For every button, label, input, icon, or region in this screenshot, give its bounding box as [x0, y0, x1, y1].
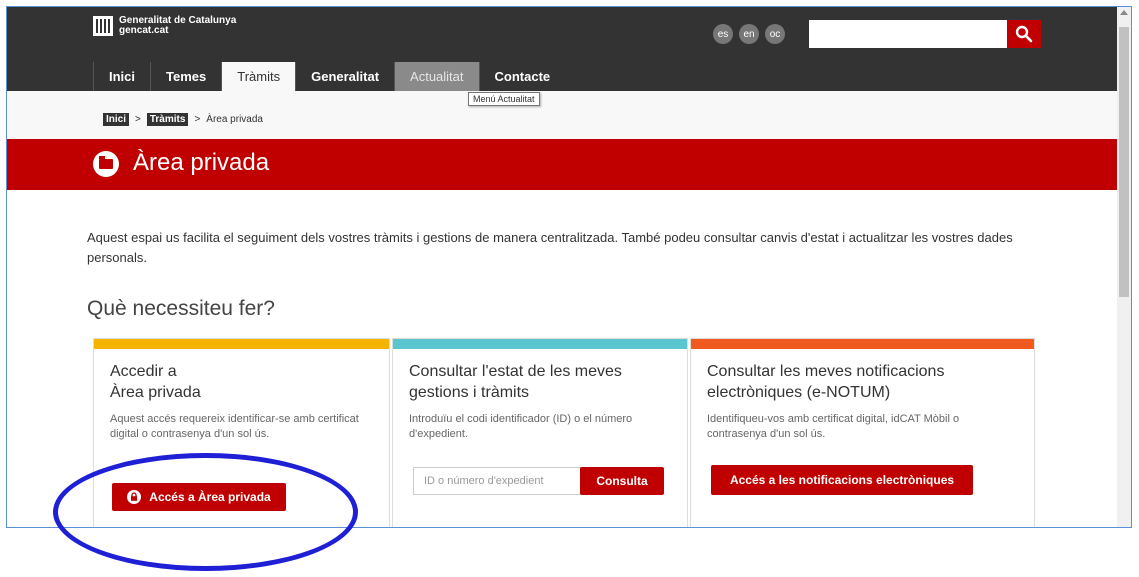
logo-line-2: gencat.cat	[119, 25, 169, 36]
nav-tooltip: Menú Actualitat	[468, 92, 540, 106]
nav-tramits[interactable]: Tràmits	[221, 62, 296, 91]
breadcrumb-current: Àrea privada	[206, 114, 263, 125]
nav-generalitat[interactable]: Generalitat	[295, 62, 394, 91]
page-banner: Àrea privada	[7, 139, 1117, 190]
breadcrumb-inici[interactable]: Inici	[103, 113, 130, 126]
search-icon	[1015, 25, 1033, 43]
breadcrumb-separator: >	[194, 114, 201, 125]
card-area-privada: Accedir a Àrea privada Aquest accés requ…	[93, 338, 390, 527]
nav-temes[interactable]: Temes	[150, 62, 221, 91]
generalitat-emblem-icon	[93, 16, 113, 36]
lock-icon	[127, 490, 142, 504]
card-accent-bar	[691, 339, 1034, 349]
card-consultar-estat: Consultar l'estat de les meves gestions …	[392, 338, 688, 527]
vertical-scrollbar[interactable]	[1117, 7, 1131, 527]
breadcrumb-separator: >	[135, 114, 141, 125]
card-title-line-2: Àrea privada	[110, 384, 201, 401]
card-description: Identifiqueu-vos amb certificat digital,…	[707, 413, 960, 440]
lang-oc-button[interactable]: oc	[765, 24, 785, 44]
top-header: Generalitat de Catalunya gencat.cat es e…	[7, 7, 1117, 91]
nav-contacte[interactable]: Contacte	[478, 62, 566, 91]
card-title-line-2: gestions i tràmits	[409, 384, 530, 401]
section-heading: Què necessiteu fer?	[87, 297, 275, 320]
breadcrumb: Inici > Tràmits > Àrea privada	[103, 113, 263, 126]
card-description: Introduïu el codi identificador (ID) o e…	[409, 413, 633, 440]
expedient-id-input[interactable]: ID o número d'expedient	[413, 467, 581, 495]
breadcrumb-tramits[interactable]: Tràmits	[146, 113, 189, 126]
nav-actualitat[interactable]: Actualitat	[394, 62, 479, 91]
card-title-line-2: electròniques (e-NOTUM)	[707, 384, 891, 401]
browser-viewport: Generalitat de Catalunya gencat.cat es e…	[6, 6, 1132, 528]
card-title-line-1: Consultar l'estat de les meves	[409, 363, 622, 380]
card-title-line-1: Consultar les meves notificacions	[707, 363, 945, 380]
card-accent-bar	[94, 339, 389, 349]
card-description: Aquest accés requereix identificar-se am…	[110, 413, 359, 440]
card-accent-bar	[393, 339, 687, 349]
main-nav: Inici Temes Tràmits Generalitat Actualit…	[93, 62, 565, 91]
access-private-area-label: Accés a Àrea privada	[149, 490, 271, 504]
nav-inici[interactable]: Inici	[93, 62, 150, 91]
intro-text: Aquest espai us facilita el seguiment de…	[87, 230, 1013, 265]
access-private-area-button[interactable]: Accés a Àrea privada	[112, 483, 286, 511]
card-title-line-1: Accedir a	[110, 363, 177, 380]
folder-icon	[93, 151, 119, 177]
search-button[interactable]	[1007, 20, 1041, 48]
lang-en-button[interactable]: en	[739, 24, 759, 44]
language-switcher: es en oc	[713, 24, 785, 44]
search-input[interactable]	[809, 20, 1007, 48]
consulta-button[interactable]: Consulta	[580, 467, 664, 495]
lang-es-button[interactable]: es	[713, 24, 733, 44]
gencat-logo[interactable]: Generalitat de Catalunya gencat.cat	[93, 16, 236, 36]
page-title: Àrea privada	[133, 149, 270, 176]
scroll-up-arrow-icon[interactable]	[1120, 10, 1128, 15]
main-content: Aquest espai us facilita el seguiment de…	[7, 190, 1117, 527]
enotum-access-button[interactable]: Accés a les notificacions electròniques	[711, 465, 973, 495]
card-enotum: Consultar les meves notificacions electr…	[690, 338, 1035, 527]
scrollbar-thumb[interactable]	[1119, 27, 1129, 297]
